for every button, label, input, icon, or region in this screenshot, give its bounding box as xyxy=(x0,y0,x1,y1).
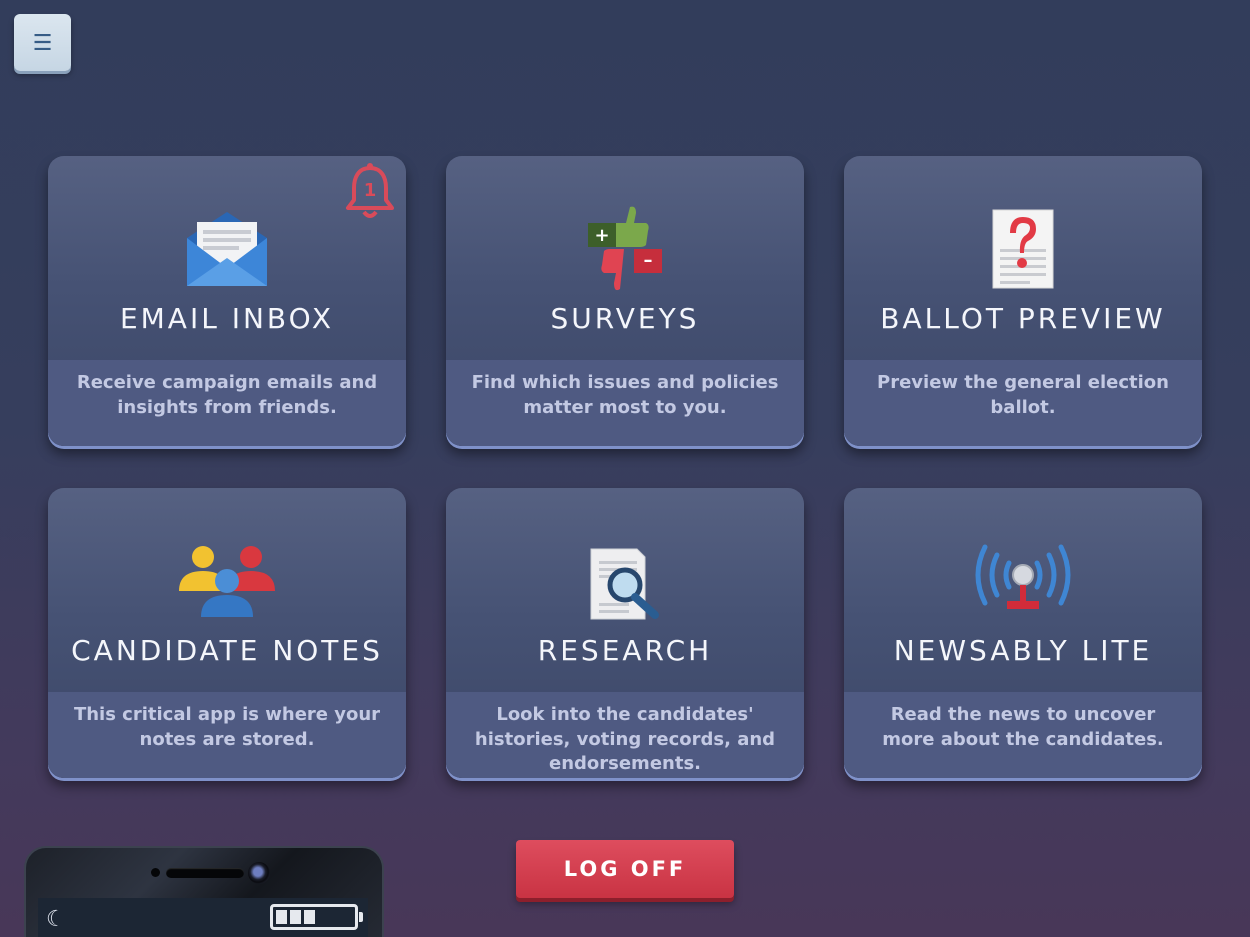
envelope-icon xyxy=(48,204,406,294)
card-title: EMAIL INBOX xyxy=(119,302,335,335)
people-icon xyxy=(48,536,406,626)
app-card-newsably-lite[interactable]: NEWSABLY LITE Read the news to uncover m… xyxy=(844,488,1202,778)
notification-count: 1 xyxy=(364,180,377,201)
thumbs-up-down-icon: + – xyxy=(446,204,804,294)
hamburger-menu-icon: ☰ xyxy=(32,29,53,55)
moon-icon: ☾ xyxy=(46,906,66,931)
card-title: SURVEYS xyxy=(550,302,700,335)
app-card-candidate-notes[interactable]: CANDIDATE NOTES This critical app is whe… xyxy=(48,488,406,778)
svg-text:+: + xyxy=(594,225,609,246)
card-description: Find which issues and policies matter mo… xyxy=(446,360,804,446)
battery-icon xyxy=(270,904,363,930)
card-title: NEWSABLY LITE xyxy=(893,634,1153,667)
card-title: BALLOT PREVIEW xyxy=(880,302,1166,335)
card-description: Receive campaign emails and insights fro… xyxy=(48,360,406,446)
card-description: Look into the candidates' histories, vot… xyxy=(446,692,804,778)
app-card-research[interactable]: RESEARCH Look into the candidates' histo… xyxy=(446,488,804,778)
app-card-surveys[interactable]: + – SURVEYS Find which issues and polici… xyxy=(446,156,804,446)
card-description: This critical app is where your notes ar… xyxy=(48,692,406,778)
phone-device[interactable]: ☾ xyxy=(24,846,384,937)
phone-screen: ☾ xyxy=(38,898,368,937)
phone-sensor xyxy=(151,868,160,877)
app-card-ballot-preview[interactable]: BALLOT PREVIEW Preview the general elect… xyxy=(844,156,1202,446)
card-description: Read the news to uncover more about the … xyxy=(844,692,1202,778)
menu-button[interactable]: ☰ xyxy=(14,14,71,71)
phone-camera xyxy=(248,862,270,884)
app-card-email-inbox[interactable]: 1 EMAIL INBOX Receive campaign emails an… xyxy=(48,156,406,446)
svg-text:–: – xyxy=(644,250,653,271)
phone-speaker xyxy=(166,868,244,878)
card-title: RESEARCH xyxy=(537,634,713,667)
log-off-button[interactable]: LOG OFF xyxy=(516,840,734,898)
broadcast-antenna-icon xyxy=(844,536,1202,626)
document-magnifier-icon xyxy=(446,536,804,626)
card-description: Preview the general election ballot. xyxy=(844,360,1202,446)
card-title: CANDIDATE NOTES xyxy=(71,634,383,667)
ballot-question-icon xyxy=(844,204,1202,294)
